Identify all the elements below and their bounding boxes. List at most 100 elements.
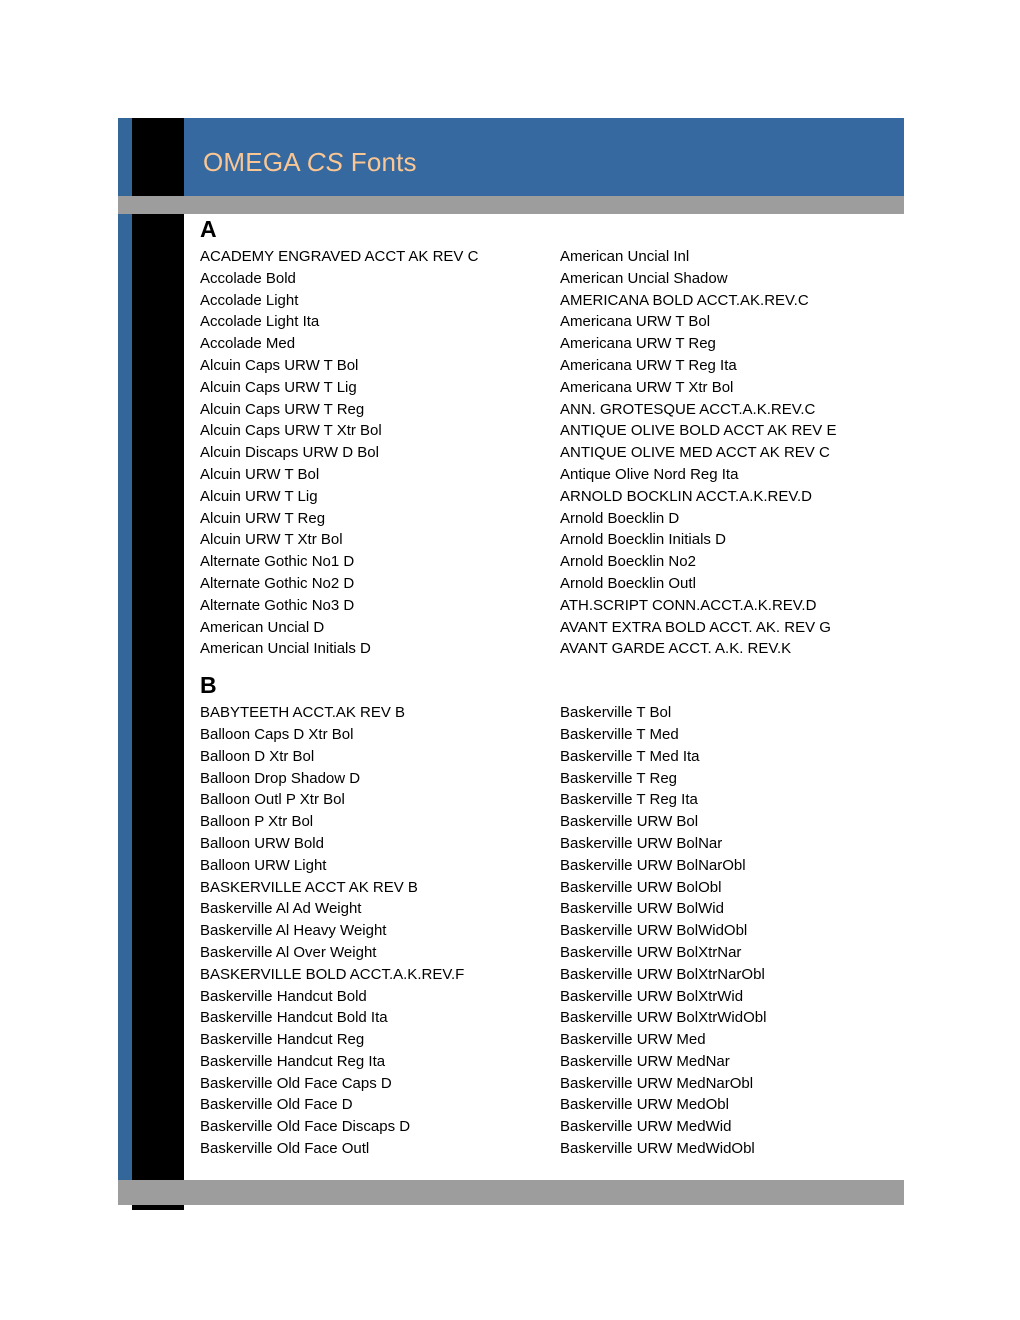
font-name-entry: Baskerville URW MedNar — [560, 1052, 730, 1070]
section-columns: BABYTEETH ACCT.AK REV B Balloon Caps D Xt… — [184, 702, 904, 1160]
font-name-entry: BABYTEETH ACCT.AK REV B — [200, 704, 406, 722]
font-name-entry: Baskerville URW BolNarObl — [560, 856, 746, 874]
sections-root: A ACADEMY ENGRAVED ACCT AK REV C Accolade … — [184, 214, 904, 1160]
font-name-entry: Baskerville URW Bol — [560, 813, 699, 831]
font-name-entry: Baskerville URW BolXtrNar — [560, 943, 742, 961]
font-name-entry: American Uncial Inl — [560, 248, 690, 265]
font-name-entry: BASKERVILLE BOLD ACCT.A.K.REV.F — [200, 965, 465, 983]
section-heading: A — [200, 216, 217, 242]
font-name-entry: Accolade Bold — [200, 269, 296, 287]
font-name-entry: Alcuin Caps URW T Xtr Bol — [200, 422, 382, 440]
font-name-entry: Baskerville Old Face Caps D — [200, 1074, 392, 1092]
page-title-prefix: OMEGA — [203, 147, 307, 177]
font-name-entry: Baskerville Handcut Reg Ita — [200, 1052, 386, 1070]
font-name-entry: Balloon URW Light — [200, 856, 327, 874]
font-name-entry: ANN. GROTESQUE ACCT.A.K.REV.C — [560, 400, 816, 418]
font-name-entry: Alcuin Caps URW T Reg — [200, 400, 365, 418]
font-name-entry: AVANT GARDE ACCT. A.K. REV.K — [560, 640, 792, 658]
font-name-entry: Arnold Boecklin D — [560, 509, 680, 527]
font-name-entry: Alcuin URW T Lig — [200, 487, 318, 505]
font-name-entry: Alcuin Discaps URW D Bol — [200, 444, 379, 462]
font-name-entry: Balloon D Xtr Bol — [200, 747, 315, 765]
font-name-entry: Alcuin Caps URW T Lig — [200, 378, 357, 396]
font-name-entry: Alternate Gothic No3 D — [200, 596, 355, 614]
font-name-entry: AVANT EXTRA BOLD ACCT. AK. REV G — [560, 618, 831, 636]
font-name-entry: Baskerville Old Face D — [200, 1096, 353, 1114]
font-name-entry: Baskerville Old Face Outl — [200, 1140, 370, 1158]
font-name-entry: Baskerville T Bol — [560, 704, 672, 722]
font-name-entry: Balloon Caps D Xtr Bol — [200, 725, 354, 743]
left-black-bar — [132, 118, 184, 1210]
font-name-entry: Baskerville T Reg — [560, 769, 677, 787]
font-name-entry: Alternate Gothic No1 D — [200, 553, 355, 571]
font-list-content: A ACADEMY ENGRAVED ACCT AK REV C Accolade … — [184, 214, 904, 1160]
left-blue-strip — [118, 118, 132, 1194]
font-name-entry: Baskerville Al Ad Weight — [200, 900, 362, 918]
font-name-entry: Americana URW T Reg — [560, 335, 716, 353]
font-name-entry: Balloon Outl P Xtr Bol — [200, 791, 345, 809]
font-name-entry: Alcuin URW T Xtr Bol — [200, 531, 343, 549]
font-name-entry: Arnold Boecklin Outl — [560, 574, 696, 592]
font-name-entry: Baskerville URW MedWid — [560, 1118, 732, 1136]
font-name-entry: Baskerville Al Heavy Weight — [200, 922, 387, 940]
section-heading: B — [200, 672, 217, 699]
font-name-entry: Antique Olive Nord Reg Ita — [560, 465, 739, 483]
font-name-entry: ANTIQUE OLIVE BOLD ACCT AK REV E — [560, 422, 837, 440]
footer-divider-rule — [118, 1180, 904, 1205]
font-name-entry: Baskerville URW BolWid — [560, 900, 724, 918]
font-name-entry: Baskerville Al Over Weight — [200, 943, 377, 961]
font-name-entry: Baskerville Handcut Bold — [200, 987, 367, 1005]
font-name-entry: Baskerville T Med — [560, 725, 679, 743]
font-name-entry: Alcuin Caps URW T Bol — [200, 356, 359, 374]
header-divider-rule — [118, 196, 904, 214]
font-name-entry: Baskerville URW BolXtrWid — [560, 987, 744, 1005]
font-name-list: BABYTEETH ACCT.AK REV B Balloon Caps D Xt… — [184, 702, 544, 1160]
font-name-entry: Baskerville T Reg Ita — [560, 791, 698, 809]
font-name-entry: American Uncial D — [200, 618, 325, 636]
font-name-entry: Baskerville URW BolObl — [560, 878, 722, 896]
font-name-entry: ARNOLD BOCKLIN ACCT.A.K.REV.D — [560, 487, 813, 505]
font-name-entry: ACADEMY ENGRAVED ACCT AK REV C — [200, 248, 479, 265]
font-section-b: B BABYTEETH ACCT.AK REV B Balloon Caps D X… — [184, 670, 904, 1160]
font-name-entry: Balloon P Xtr Bol — [200, 813, 314, 831]
font-name-entry: Americana URW T Bol — [560, 313, 711, 331]
font-name-entry: Baskerville Old Face Discaps D — [200, 1118, 411, 1136]
font-name-list: Baskerville T Bol Baskerville T Med Basker… — [544, 702, 904, 1160]
font-name-entry: Baskerville URW BolXtrNarObl — [560, 965, 765, 983]
font-name-entry: Baskerville URW Med — [560, 1031, 706, 1049]
font-name-entry: Baskerville Handcut Bold Ita — [200, 1009, 388, 1027]
font-name-entry: Arnold Boecklin Initials D — [560, 531, 726, 549]
font-name-entry: Americana URW T Reg Ita — [560, 356, 737, 374]
font-name-entry: Baskerville Handcut Reg — [200, 1031, 365, 1049]
font-name-entry: Americana URW T Xtr Bol — [560, 378, 734, 396]
font-name-entry: American Uncial Initials D — [200, 640, 371, 658]
font-name-list: American Uncial Inl American Uncial Shado… — [544, 246, 904, 660]
font-name-entry: Baskerville URW BolNar — [560, 834, 723, 852]
font-name-entry: Baskerville URW MedNarObl — [560, 1074, 754, 1092]
font-name-entry: Alcuin URW T Reg — [200, 509, 326, 527]
page-title-suffix: Fonts — [343, 147, 417, 177]
font-name-entry: American Uncial Shadow — [560, 269, 728, 287]
section-columns: ACADEMY ENGRAVED ACCT AK REV C Accolade B… — [184, 246, 904, 660]
font-name-entry: Alternate Gothic No2 D — [200, 574, 355, 592]
font-name-entry: Balloon URW Bold — [200, 834, 324, 852]
page-title-italic: CS — [306, 147, 344, 177]
font-name-entry: Accolade Light Ita — [200, 313, 320, 331]
font-name-entry: BASKERVILLE ACCT AK REV B — [200, 878, 418, 896]
font-section-a: A ACADEMY ENGRAVED ACCT AK REV C Accolade … — [184, 214, 904, 660]
font-column-left: ACADEMY ENGRAVED ACCT AK REV C Accolade B… — [184, 246, 544, 660]
font-name-entry: Baskerville URW BolXtrWidObl — [560, 1009, 767, 1027]
font-name-entry: Baskerville URW MedWidObl — [560, 1140, 755, 1158]
font-name-entry: Accolade Med — [200, 335, 296, 353]
font-column-left: BABYTEETH ACCT.AK REV B Balloon Caps D Xt… — [184, 702, 544, 1160]
font-name-entry: AMERICANA BOLD ACCT.AK.REV.C — [560, 291, 809, 309]
page-title: OMEGA CS Fonts — [203, 146, 417, 178]
font-name-entry: ATH.SCRIPT CONN.ACCT.A.K.REV.D — [560, 596, 817, 614]
font-name-entry: Accolade Light — [200, 291, 299, 309]
font-name-entry: Baskerville URW MedObl — [560, 1096, 729, 1114]
font-column-right: Baskerville T Bol Baskerville T Med Basker… — [544, 702, 904, 1160]
page-canvas: OMEGA CS Fonts A ACADEMY ENGRAVED ACCT AK… — [0, 0, 1020, 1320]
font-column-right: American Uncial Inl American Uncial Shado… — [544, 246, 904, 660]
font-name-entry: Arnold Boecklin No2 — [560, 553, 696, 571]
font-name-entry: Baskerville URW BolWidObl — [560, 922, 748, 940]
